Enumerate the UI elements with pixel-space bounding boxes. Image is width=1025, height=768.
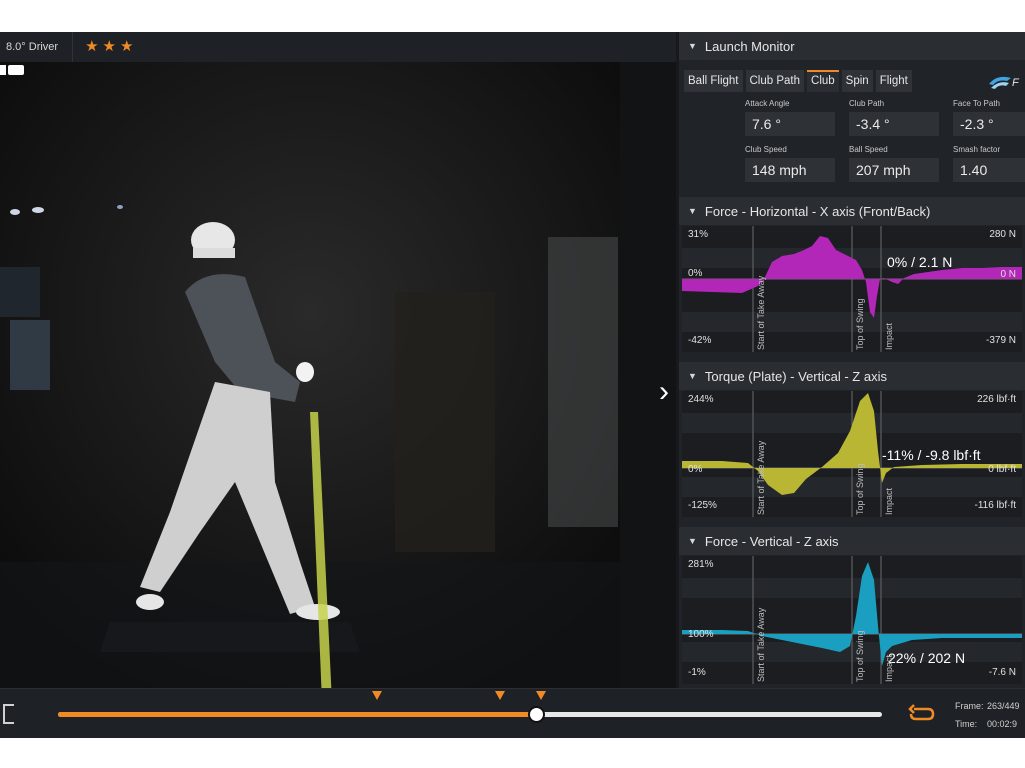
graph-bottom-left-label: -1% [688, 667, 706, 678]
graph-header-force-horizontal[interactable]: ▼ Force - Horizontal - X axis (Front/Bac… [679, 197, 1025, 225]
brand-logo-icon: F [989, 76, 1020, 89]
force-horizontal-graph[interactable]: 31% 280 N 0% 0 N -42% -379 N 0% / 2.1 N … [682, 226, 1022, 352]
rating-stars[interactable]: ★ ★ ★ [73, 32, 133, 62]
graph-top-right-label: 226 lbf·ft [977, 394, 1016, 405]
svg-text:F: F [1012, 77, 1020, 89]
graph-readout: 0% / 2.1 N [887, 254, 953, 270]
event-label-start-take-away: Start of Take Away [756, 275, 766, 350]
metric-label: Smash factor [953, 145, 1001, 154]
trim-bracket-icon[interactable] [0, 703, 16, 725]
event-label-start-take-away: Start of Take Away [756, 440, 766, 515]
graph-top-right-label: 280 N [989, 229, 1016, 240]
graph-mid-right-label: 0 N [1000, 269, 1016, 280]
event-marker[interactable] [372, 691, 382, 700]
metric-club-speed: Club Speed 148 mph [745, 145, 835, 182]
metric-ball-speed: Ball Speed 207 mph [849, 145, 939, 182]
video-frame-image [0, 62, 676, 688]
data-panel: ▼ Launch Monitor Ball Flight Club Path C… [679, 32, 1025, 688]
metric-value: 7.6 ° [745, 112, 835, 136]
metric-label: Face To Path [953, 99, 1000, 108]
event-marker[interactable] [536, 691, 546, 700]
metric-label: Ball Speed [849, 145, 888, 154]
timeline-progress [58, 712, 536, 717]
event-label-impact: Impact [884, 322, 894, 350]
graph-title: Force - Horizontal - X axis (Front/Back) [704, 203, 931, 219]
metric-label: Attack Angle [745, 99, 790, 108]
collapse-caret-icon[interactable]: ▼ [679, 41, 705, 51]
swing-analysis-app: 8.0° Driver ★ ★ ★ › ▼ Launch Monitor Bal… [0, 32, 1025, 738]
event-label-impact: Impact [884, 487, 894, 515]
event-label-impact: Impact [884, 654, 894, 682]
frame-value: 263/449 [987, 701, 1020, 711]
time-value: 00:02:9 [987, 719, 1018, 729]
torque-vertical-graph[interactable]: 244% 226 lbf·ft 0% 0 lbf·ft -125% -116 l… [682, 391, 1022, 517]
chevron-right-icon[interactable]: › [652, 372, 676, 412]
camera-icon[interactable] [0, 62, 28, 78]
event-label-start-take-away: Start of Take Away [756, 607, 766, 682]
metric-value: 207 mph [849, 158, 939, 182]
collapse-caret-icon[interactable]: ▼ [679, 536, 705, 546]
graph-plot [682, 556, 1022, 684]
event-label-top-of-swing: Top of Swing [855, 298, 865, 350]
tab-club[interactable]: Club [807, 70, 839, 92]
tab-spin[interactable]: Spin [841, 70, 873, 92]
graph-header-torque[interactable]: ▼ Torque (Plate) - Vertical - Z axis [679, 362, 1025, 390]
swing-video[interactable]: › [0, 62, 676, 688]
metric-value: -2.3 ° [953, 112, 1025, 136]
graph-mid-left-label: 0% [688, 268, 703, 279]
event-label-top-of-swing: Top of Swing [855, 463, 865, 515]
graph-mid-left-label: 0% [688, 464, 703, 475]
graph-bottom-right-label: -379 N [985, 335, 1016, 346]
star-icon[interactable]: ★ [120, 32, 133, 62]
graph-bottom-left-label: -125% [688, 500, 717, 511]
metric-club-path: Club Path -3.4 ° [849, 99, 939, 136]
graph-top-left-label: 281% [688, 559, 714, 570]
metric-attack-angle: Attack Angle 7.6 ° [745, 99, 835, 136]
metric-value: 148 mph [745, 158, 835, 182]
event-marker[interactable] [495, 691, 505, 700]
graph-bottom-left-label: -42% [688, 335, 712, 346]
graph-readout: -11% / -9.8 lbf·ft [882, 447, 981, 463]
tab-ball-flight[interactable]: Ball Flight [684, 70, 743, 92]
launch-monitor-tabs: Ball Flight Club Path Club Spin Flight [684, 70, 912, 92]
graph-top-left-label: 31% [688, 229, 709, 240]
frame-label: Frame: [955, 701, 984, 711]
graph-bottom-right-label: -116 lbf·ft [974, 500, 1017, 511]
playback-timeline: Frame: 263/449 Time: 00:02:9 [0, 688, 1025, 738]
metric-smash-factor: Smash factor 1.40 [953, 145, 1025, 182]
star-icon[interactable]: ★ [85, 32, 98, 62]
graph-bottom-right-label: -7.6 N [988, 667, 1016, 678]
tab-club-path[interactable]: Club Path [745, 70, 805, 92]
graph-mid-left-label: 100% [688, 629, 714, 640]
metric-label: Club Path [849, 99, 885, 108]
graph-header-force-vertical[interactable]: ▼ Force - Vertical - Z axis [679, 527, 1025, 555]
launch-monitor-body: Ball Flight Club Path Club Spin Flight F… [679, 62, 1025, 192]
loop-icon[interactable] [908, 703, 936, 723]
video-header: 8.0° Driver ★ ★ ★ [0, 32, 676, 62]
collapse-caret-icon[interactable]: ▼ [679, 206, 705, 216]
graph-plot [682, 226, 1022, 352]
graph-title: Torque (Plate) - Vertical - Z axis [704, 368, 887, 384]
star-icon[interactable]: ★ [103, 32, 116, 62]
launch-monitor-header[interactable]: ▼ Launch Monitor [679, 32, 1025, 60]
metric-value: -3.4 ° [849, 112, 939, 136]
time-label: Time: [955, 719, 978, 729]
graph-top-left-label: 244% [688, 394, 714, 405]
timeline-scrubber[interactable] [527, 706, 545, 723]
tab-flight[interactable]: Flight [875, 70, 912, 92]
metric-value: 1.40 [953, 158, 1025, 182]
metric-face-to-path: Face To Path -2.3 ° [953, 99, 1025, 136]
event-label-top-of-swing: Top of Swing [855, 630, 865, 682]
collapse-caret-icon[interactable]: ▼ [679, 371, 705, 381]
graph-readout: 22% / 202 N [888, 650, 966, 666]
graph-title: Force - Vertical - Z axis [704, 533, 839, 549]
club-label[interactable]: 8.0° Driver [0, 32, 74, 62]
force-vertical-graph[interactable]: 281% 100% -1% -7.6 N 22% / 202 N Start o… [682, 556, 1022, 684]
metric-label: Club Speed [745, 145, 787, 154]
frame-info: Frame: 263/449 Time: 00:02:9 [955, 697, 1020, 733]
launch-monitor-title: Launch Monitor [704, 38, 795, 54]
graph-mid-right-label: 0 lbf·ft [988, 464, 1016, 475]
